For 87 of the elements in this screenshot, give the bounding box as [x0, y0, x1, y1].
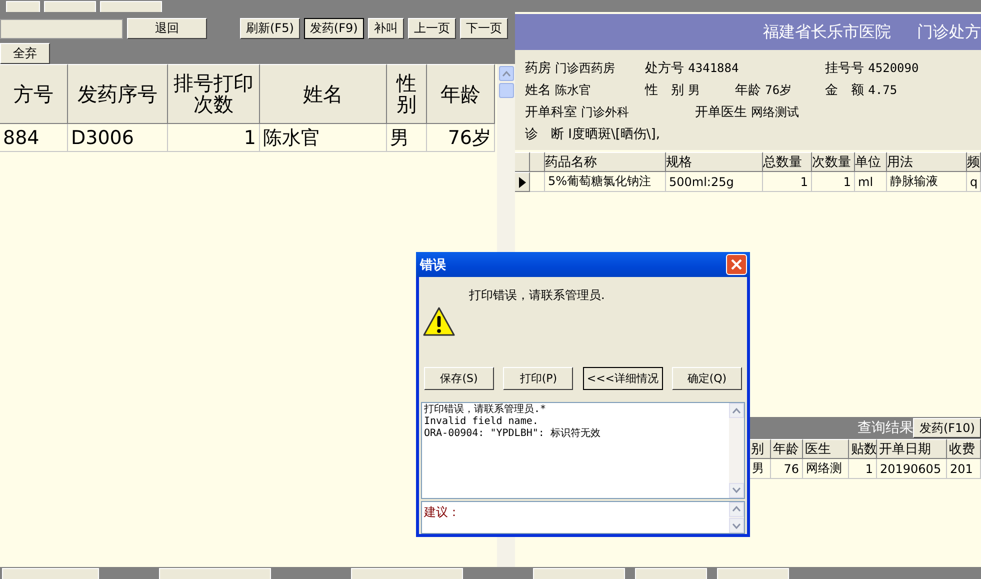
column-header: 单位: [855, 152, 887, 172]
info-field: 开单科室 门诊外科: [525, 102, 695, 120]
column-header: 年龄: [771, 439, 803, 459]
table-cell: 5%葡萄糖氯化钠注: [545, 172, 666, 192]
column-header: 方号: [0, 64, 68, 124]
tab[interactable]: [44, 1, 96, 12]
table-cell: 884: [0, 124, 68, 152]
info-field: 姓名 陈水官: [525, 80, 645, 98]
table-cell: 男: [387, 124, 427, 152]
suggestion-field[interactable]: 建议：: [421, 500, 745, 534]
close-icon: [731, 259, 742, 270]
table-cell: 1: [763, 172, 812, 192]
toolbar-button[interactable]: 刷新(F5): [240, 18, 300, 39]
dialog-button[interactable]: <<<详细情况: [582, 366, 663, 390]
table-cell: 陈水官: [260, 124, 387, 152]
column-header: 别: [749, 439, 771, 459]
discard-all-button[interactable]: 全弃: [0, 43, 50, 64]
info-field: 性 别 男: [645, 80, 735, 98]
column-header: 总数量: [763, 152, 812, 172]
scroll-thumb[interactable]: [498, 83, 514, 98]
column-header: 姓名: [260, 64, 387, 124]
info-field: 年龄 76岁: [735, 80, 825, 98]
table-cell: D3006: [68, 124, 168, 152]
hospital-name: 福建省长乐市医院: [763, 22, 891, 42]
column-header: 频: [967, 152, 981, 172]
scroll-down-icon[interactable]: [732, 522, 741, 528]
tab[interactable]: [6, 1, 40, 12]
info-field: 金 额 4.75: [825, 80, 925, 98]
return-button[interactable]: 退回: [127, 18, 207, 39]
toolbar-button[interactable]: 发药(F9): [304, 18, 364, 39]
info-field: 开单医生 网络测试: [695, 102, 895, 120]
input-field[interactable]: [0, 18, 123, 38]
column-header: 排号打印次数: [168, 64, 260, 124]
column-header: 收费: [947, 439, 981, 459]
button[interactable]: [635, 568, 707, 579]
column-header: 年龄: [427, 64, 495, 124]
scroll-up-icon[interactable]: [502, 70, 510, 76]
table-cell: [530, 172, 545, 192]
scroll-down-icon[interactable]: [732, 487, 741, 494]
table-cell: 201: [947, 459, 981, 479]
column-header: 发药序号: [68, 64, 168, 124]
details-line: Invalid field name.: [424, 416, 540, 428]
dialog-title: 错误: [420, 256, 446, 274]
form-title: 门诊处方: [917, 22, 981, 42]
toolbar-button[interactable]: 补叫: [368, 18, 404, 39]
details-line: ORA-00904: "YPDLBH": 标识符无效: [424, 428, 602, 440]
warning-icon: [423, 307, 455, 338]
suggestion-label: 建议：: [423, 504, 461, 521]
table-cell: 网络测: [803, 459, 849, 479]
column-header: 开单日期: [877, 439, 947, 459]
column-header: 次数量: [812, 152, 855, 172]
toolbar-button[interactable]: 下一页: [460, 18, 508, 39]
column-header: 规格: [666, 152, 763, 172]
dialog-button[interactable]: 打印(P): [503, 366, 574, 390]
info-field: 药房 门诊西药房: [525, 58, 645, 76]
column-header: 医生: [803, 439, 849, 459]
scroll-up-icon[interactable]: [732, 506, 741, 512]
table-cell: ml: [855, 172, 887, 192]
dialog-button[interactable]: 确定(Q): [672, 366, 742, 390]
scroll-up-button[interactable]: [498, 66, 514, 81]
table-cell: 1: [849, 459, 877, 479]
column-header: 用法: [887, 152, 967, 172]
error-message: 打印错误，请联系管理员.: [469, 287, 605, 304]
table-cell: 静脉输液: [887, 172, 967, 192]
info-field: 处方号 4341884: [645, 58, 825, 76]
table-cell: 1: [168, 124, 260, 152]
results-title: 查询结果: [857, 419, 914, 437]
tab[interactable]: [100, 1, 162, 12]
table-cell: q: [967, 172, 981, 192]
column-header: 性别: [387, 64, 427, 124]
scroll-up-icon[interactable]: [732, 408, 741, 414]
info-field: 诊 断 Ⅰ度晒斑\[晒伤\],: [525, 124, 825, 142]
dispense-button[interactable]: 发药(F10): [913, 418, 981, 438]
button[interactable]: [717, 568, 789, 579]
table-cell: 男: [749, 459, 771, 479]
table-cell: 76岁: [427, 124, 495, 152]
toolbar-button[interactable]: 上一页: [408, 18, 456, 39]
details-line: 打印错误，请联系管理员.*: [424, 404, 548, 416]
column-header: 药品名称: [545, 152, 666, 172]
close-button[interactable]: [726, 254, 747, 276]
table-cell: 500ml:25g: [666, 172, 763, 192]
dialog-button[interactable]: 保存(S): [424, 366, 494, 390]
table-cell: 20190605: [877, 459, 947, 479]
info-field: 挂号号 4520090: [825, 58, 965, 76]
table-cell: 76: [771, 459, 803, 479]
table-cell: 1: [812, 172, 855, 192]
header-cell: [530, 152, 545, 172]
